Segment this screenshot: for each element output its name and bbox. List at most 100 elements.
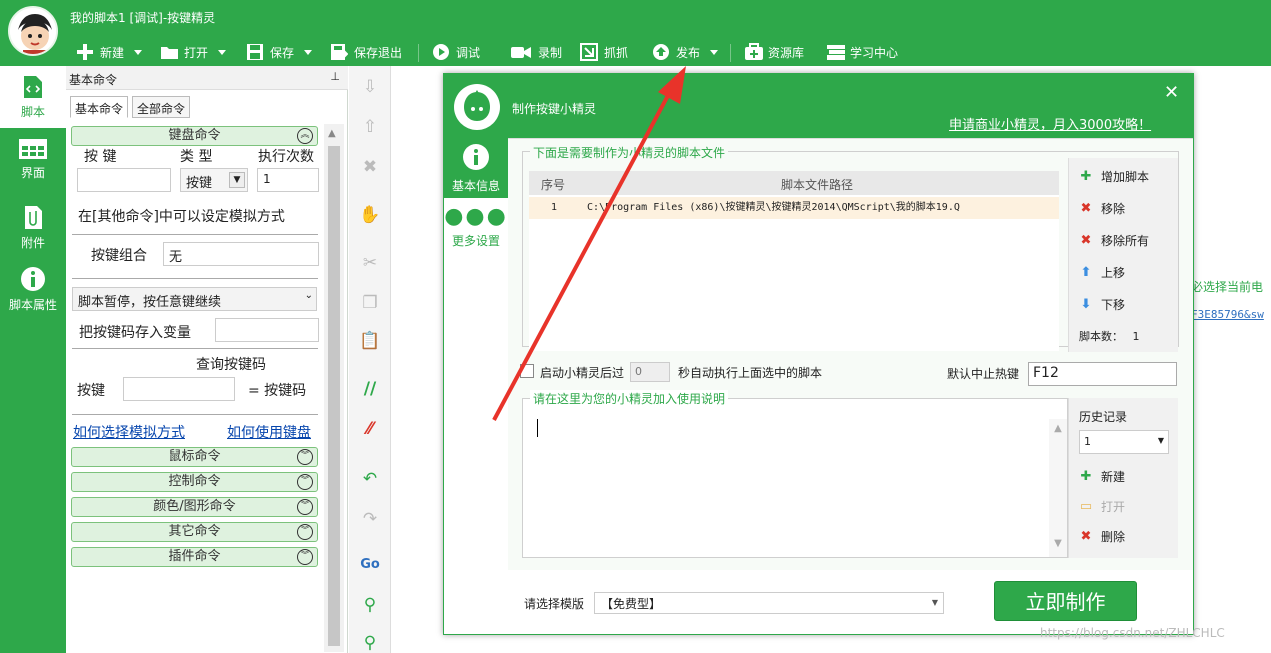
- how-choose-simulation-link[interactable]: 如何选择模拟方式: [73, 422, 185, 442]
- chevron-down-icon: [710, 49, 719, 55]
- make-now-button[interactable]: 立即制作: [994, 581, 1137, 621]
- move-up-button[interactable]: ⬆ 上移: [1079, 264, 1125, 281]
- scroll-up-icon[interactable]: ▲: [328, 128, 336, 139]
- nav-item-attachment[interactable]: 附件: [0, 196, 66, 258]
- remove-button[interactable]: ✖ 移除: [1079, 200, 1125, 217]
- open-button[interactable]: 打开: [160, 41, 227, 63]
- description-scrollbar[interactable]: ▲ ▼: [1049, 419, 1067, 557]
- nav-item-script[interactable]: 脚本: [0, 66, 66, 128]
- history-delete-button[interactable]: ✖ 删除: [1079, 528, 1125, 545]
- hand-icon[interactable]: ✋: [359, 204, 381, 226]
- type-select[interactable]: 按键 ▼: [180, 168, 248, 192]
- move-down-icon[interactable]: ⇩: [359, 76, 381, 98]
- nav-item-ui[interactable]: 界面: [0, 128, 66, 190]
- vertical-tool-strip: ⇩ ⇧ ✖ ✋ ✂ ❐ 📋 // ⁄⁄ ↶ ↷ Go ⚲ ⚲: [349, 66, 391, 653]
- goto-icon[interactable]: Go: [359, 554, 381, 576]
- group-keyboard-commands[interactable]: 键盘命令 ︽: [71, 126, 318, 146]
- record-button[interactable]: 录制: [510, 41, 562, 63]
- learn-center-button[interactable]: 学习中心: [826, 41, 898, 63]
- pause-select-value: 脚本暂停，按任意键继续: [78, 295, 222, 310]
- user-avatar[interactable]: [8, 6, 58, 56]
- paste-icon[interactable]: 📋: [359, 330, 381, 352]
- group-other-commands[interactable]: 其它命令 ︾: [71, 522, 318, 542]
- scrollbar-thumb[interactable]: [328, 146, 340, 646]
- debug-button[interactable]: 调试: [432, 41, 480, 63]
- copy-icon[interactable]: ❐: [359, 292, 381, 314]
- divider: [72, 414, 318, 415]
- expand-icon[interactable]: ︾: [297, 474, 313, 490]
- publish-button[interactable]: 发布: [652, 41, 719, 63]
- remove-all-label: 移除所有: [1101, 234, 1150, 248]
- expand-icon[interactable]: ︾: [297, 449, 313, 465]
- group-color-graphic-commands[interactable]: 颜色/图形命令 ︾: [71, 497, 318, 517]
- autorun-seconds-input[interactable]: 0: [630, 362, 670, 382]
- chevron-down-icon: [218, 49, 227, 55]
- script-files-legend: 下面是需要制作为小精灵的脚本文件: [530, 144, 729, 161]
- find-binoculars-icon[interactable]: ⚲: [359, 594, 381, 616]
- side-tab-basic-info[interactable]: 基本信息: [444, 138, 508, 198]
- expand-icon[interactable]: ︾: [297, 524, 313, 540]
- nav-label-script: 脚本: [20, 104, 45, 119]
- expand-icon[interactable]: ︾: [297, 499, 313, 515]
- scroll-down-icon[interactable]: ▼: [1049, 538, 1067, 549]
- side-tab-more-settings[interactable]: ●●● 更多设置: [444, 206, 508, 258]
- remove-all-button[interactable]: ✖ 移除所有: [1079, 232, 1149, 249]
- move-up-icon[interactable]: ⇧: [359, 116, 381, 138]
- template-select[interactable]: 【免费型】 ▼: [594, 592, 944, 614]
- how-use-keyboard-link[interactable]: 如何使用键盘: [227, 422, 311, 442]
- group-mouse-commands[interactable]: 鼠标命令 ︾: [71, 447, 318, 467]
- folder-icon: [160, 43, 178, 61]
- move-down-button[interactable]: ⬇ 下移: [1079, 296, 1125, 313]
- history-select[interactable]: 1 ▼: [1079, 430, 1169, 454]
- tab-all-commands[interactable]: 全部命令: [132, 96, 191, 118]
- combo-label: 按键组合: [91, 248, 147, 264]
- combo-input[interactable]: 无: [163, 242, 319, 266]
- medkit-icon: [744, 43, 763, 61]
- replace-binoculars-icon[interactable]: ⚲: [359, 632, 381, 653]
- pause-select[interactable]: 脚本暂停，按任意键继续 ⌄: [72, 287, 317, 311]
- autorun-label: 启动小精灵后过: [540, 366, 625, 380]
- tab-basic-commands[interactable]: 基本命令: [70, 96, 129, 118]
- editor-right-link[interactable]: F3E85796&sw: [1191, 308, 1264, 321]
- resources-button[interactable]: 资源库: [744, 41, 804, 63]
- close-icon[interactable]: ✕: [1164, 82, 1179, 103]
- hotkey-input[interactable]: F12: [1028, 362, 1177, 386]
- description-box[interactable]: ▲ ▼: [522, 398, 1068, 558]
- save-button[interactable]: 保存: [246, 41, 313, 63]
- query-keycode-label: = 按键码: [248, 383, 307, 399]
- query-key-input[interactable]: [123, 377, 235, 401]
- commercial-sprite-link[interactable]: 申请商业小精灵，月入3000攻略！: [949, 114, 1151, 133]
- dialog-title: 制作按键小精灵: [512, 102, 597, 116]
- store-variable-input[interactable]: [215, 318, 319, 342]
- autorun-checkbox[interactable]: [520, 364, 534, 378]
- save-exit-button[interactable]: 保存退出: [330, 41, 402, 63]
- scroll-up-icon[interactable]: ▲: [1049, 423, 1067, 434]
- expand-icon[interactable]: ︾: [297, 549, 313, 565]
- chevron-down-icon: [134, 49, 143, 55]
- new-button[interactable]: 新建: [76, 41, 143, 63]
- pin-icon[interactable]: ⊥: [330, 70, 340, 83]
- nav-label-attachment: 附件: [20, 235, 45, 250]
- toolbar-divider: [730, 44, 731, 62]
- redo-icon[interactable]: ↷: [359, 508, 381, 530]
- capture-button[interactable]: 抓抓: [580, 41, 628, 63]
- delete-icon[interactable]: ✖: [359, 156, 381, 178]
- add-script-button[interactable]: ✚ 增加脚本: [1079, 168, 1149, 185]
- group-control-commands[interactable]: 控制命令 ︾: [71, 472, 318, 492]
- history-delete-label: 删除: [1101, 530, 1126, 544]
- uncomment-icon[interactable]: ⁄⁄: [359, 418, 381, 440]
- history-open-button[interactable]: ▭ 打开: [1079, 498, 1125, 515]
- undo-icon[interactable]: ↶: [359, 468, 381, 490]
- history-new-button[interactable]: ✚ 新建: [1079, 468, 1125, 485]
- group-plugin-commands[interactable]: 插件命令 ︾: [71, 547, 318, 567]
- capture-label: 抓抓: [604, 45, 629, 60]
- key-input[interactable]: [77, 168, 171, 192]
- sprite-logo-icon: [454, 84, 500, 130]
- scissors-icon[interactable]: ✂: [359, 252, 381, 274]
- comment-icon[interactable]: //: [359, 378, 381, 400]
- script-count-value: 1: [1132, 330, 1140, 343]
- table-row[interactable]: 1 C:\Program Files (x86)\按键精灵\按键精灵2014\Q…: [529, 197, 1059, 219]
- collapse-icon[interactable]: ︽: [297, 128, 313, 144]
- count-input[interactable]: 1: [257, 168, 319, 192]
- nav-item-script-properties[interactable]: 脚本属性: [0, 258, 66, 320]
